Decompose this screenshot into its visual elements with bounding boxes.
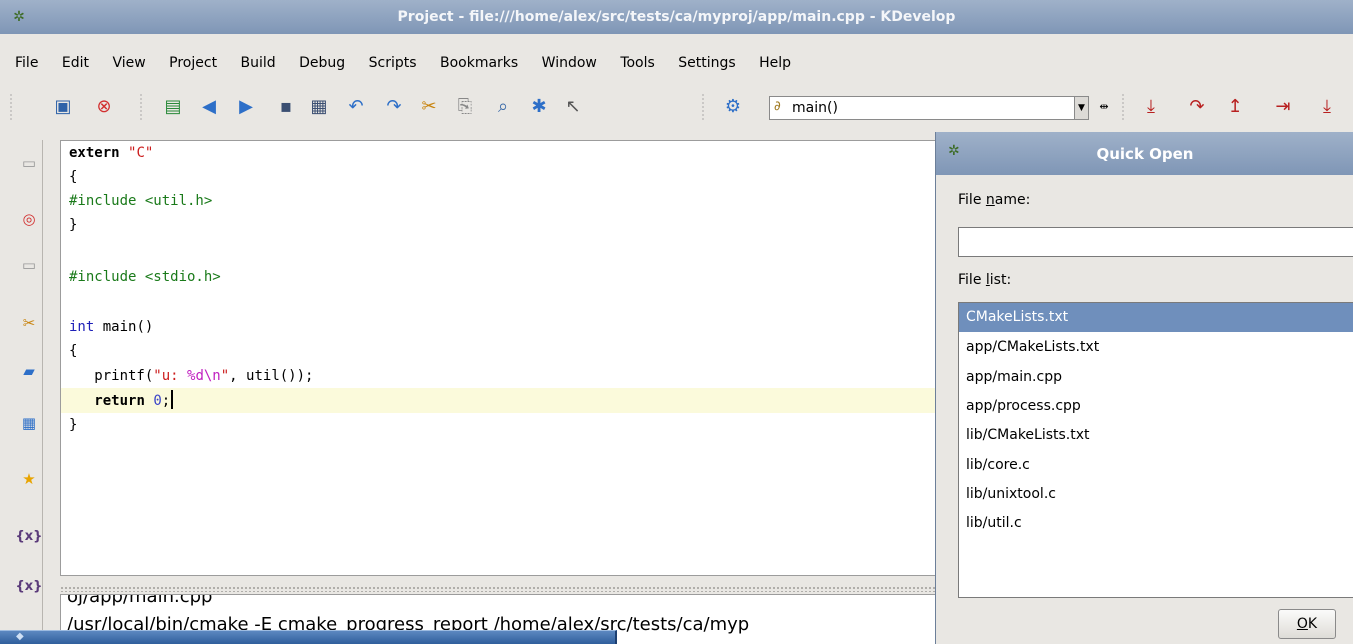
menu-tools[interactable]: Tools (620, 55, 655, 71)
toggle-breakpoint-icon[interactable]: ⤓ (1314, 94, 1340, 120)
function-icon: ∂ (774, 99, 781, 114)
open-project-icon[interactable]: ▤ (160, 94, 186, 120)
step-into-icon[interactable]: ⤓ (1138, 94, 1164, 120)
output-line: oj/app/main.cpp (67, 594, 213, 607)
new-file-icon[interactable]: ▣ (50, 94, 76, 120)
quick-open-dialog: ✲ Quick Open File name: File list: CMake… (935, 132, 1353, 644)
resize-handle-icon[interactable]: ⇹ (1097, 94, 1111, 120)
save-icon[interactable]: ▪ (273, 94, 299, 120)
toolbar-separator (1122, 93, 1124, 121)
ok-button[interactable]: OK (1278, 609, 1336, 639)
list-item[interactable]: app/CMakeLists.txt (959, 333, 1353, 362)
splitter-handle[interactable] (60, 586, 938, 592)
cut-icon[interactable]: ✂ (416, 94, 442, 120)
menu-window[interactable]: Window (542, 55, 597, 71)
code-editor[interactable]: extern "C" { #include <util.h> } #includ… (60, 140, 940, 576)
list-item[interactable]: app/process.cpp (959, 392, 1353, 421)
dialog-title: Quick Open (1096, 145, 1194, 163)
code-line: return 0; (69, 389, 174, 413)
chevron-up-icon[interactable]: ◆ (16, 631, 24, 642)
menu-settings[interactable]: Settings (678, 55, 735, 71)
cut-icon[interactable]: ✂ (15, 306, 43, 340)
menu-bar: File Edit View Project Build Debug Scrip… (0, 34, 1353, 84)
text-cursor (171, 390, 174, 409)
left-dock: ▭ ◎ ▭ ✂ ▰ ▦ ★ {x} {x} (15, 140, 43, 644)
code-line: extern "C" (69, 145, 154, 161)
toolbar-separator (702, 93, 704, 121)
main-toolbar: ▣ ⊗ ▤ ◀ ▶ ▪ ▦ ↶ ↷ ✂ ⎘ ⌕ ✱ ↖ ⚙ ∂ main() ▼… (0, 84, 1353, 132)
code-line: { (69, 169, 78, 185)
class-icon[interactable]: ▦ (15, 406, 43, 440)
list-item[interactable]: lib/core.c (959, 451, 1353, 480)
code-line: #include <stdio.h> (69, 269, 221, 285)
forward-icon[interactable]: ▶ (233, 94, 259, 120)
close-icon[interactable]: ⊗ (91, 94, 117, 120)
document-icon[interactable]: ▭ (15, 248, 43, 282)
menu-project[interactable]: Project (169, 55, 217, 71)
project-icon[interactable]: ⚙ (720, 94, 746, 120)
run-to-cursor-icon[interactable]: ⇥ (1270, 94, 1296, 120)
menu-debug[interactable]: Debug (299, 55, 345, 71)
file-name-input[interactable] (958, 227, 1353, 257)
window-title: Project - file:///home/alex/src/tests/ca… (397, 9, 956, 25)
code-line: } (69, 417, 78, 433)
menu-edit[interactable]: Edit (62, 55, 89, 71)
step-out-icon[interactable]: ↥ (1222, 94, 1248, 120)
back-icon[interactable]: ◀ (196, 94, 222, 120)
code-line: int main() (69, 319, 154, 335)
menu-build[interactable]: Build (241, 55, 276, 71)
variables-icon[interactable]: {x} (15, 570, 43, 604)
redo-icon[interactable]: ↷ (381, 94, 407, 120)
dialog-title-bar: ✲ Quick Open (936, 132, 1353, 175)
menu-help[interactable]: Help (759, 55, 791, 71)
menu-scripts[interactable]: Scripts (369, 55, 417, 71)
code-line: } (69, 217, 78, 233)
current-line-highlight (61, 388, 940, 413)
file-list[interactable]: CMakeLists.txt app/CMakeLists.txt app/ma… (958, 302, 1353, 598)
folder-icon[interactable]: ▰ (15, 354, 43, 388)
taskbar: ◆ (0, 630, 617, 644)
find-icon[interactable]: ⌕ (490, 94, 516, 120)
file-list-label: File list: (958, 272, 1012, 288)
list-item[interactable]: lib/CMakeLists.txt (959, 421, 1353, 450)
toolbar-separator (10, 93, 12, 121)
list-item[interactable]: app/main.cpp (959, 363, 1353, 392)
file-name-label: File name: (958, 192, 1031, 208)
code-line: { (69, 343, 78, 359)
undo-icon[interactable]: ↶ (343, 94, 369, 120)
whats-this-icon[interactable]: ↖ (560, 94, 586, 120)
list-item[interactable]: lib/util.c (959, 509, 1353, 538)
step-over-icon[interactable]: ↷ (1184, 94, 1210, 120)
menu-view[interactable]: View (112, 55, 145, 71)
code-line: #include <util.h> (69, 193, 213, 209)
title-bar: ✲ Project - file:///home/alex/src/tests/… (0, 0, 1353, 34)
code-line: printf("u: %d\n", util()); (69, 368, 314, 384)
chevron-down-icon[interactable]: ▼ (1074, 96, 1089, 120)
list-item[interactable]: lib/unixtool.c (959, 480, 1353, 509)
copy-icon[interactable]: ⎘ (452, 94, 478, 120)
context-combo-value: main() (792, 100, 838, 116)
lifebuoy-icon[interactable]: ◎ (15, 202, 43, 236)
context-combo[interactable]: ∂ main() ▼ (769, 96, 1089, 120)
menu-file[interactable]: File (15, 55, 38, 71)
toolbar-separator (140, 93, 142, 121)
menu-bookmarks[interactable]: Bookmarks (440, 55, 518, 71)
settings-icon[interactable]: ✱ (526, 94, 552, 120)
document-icon[interactable]: ▭ (15, 146, 43, 180)
variables-icon[interactable]: {x} (15, 520, 43, 554)
list-item[interactable]: CMakeLists.txt (959, 303, 1353, 332)
save-all-icon[interactable]: ▦ (306, 94, 332, 120)
star-icon[interactable]: ★ (15, 462, 43, 496)
